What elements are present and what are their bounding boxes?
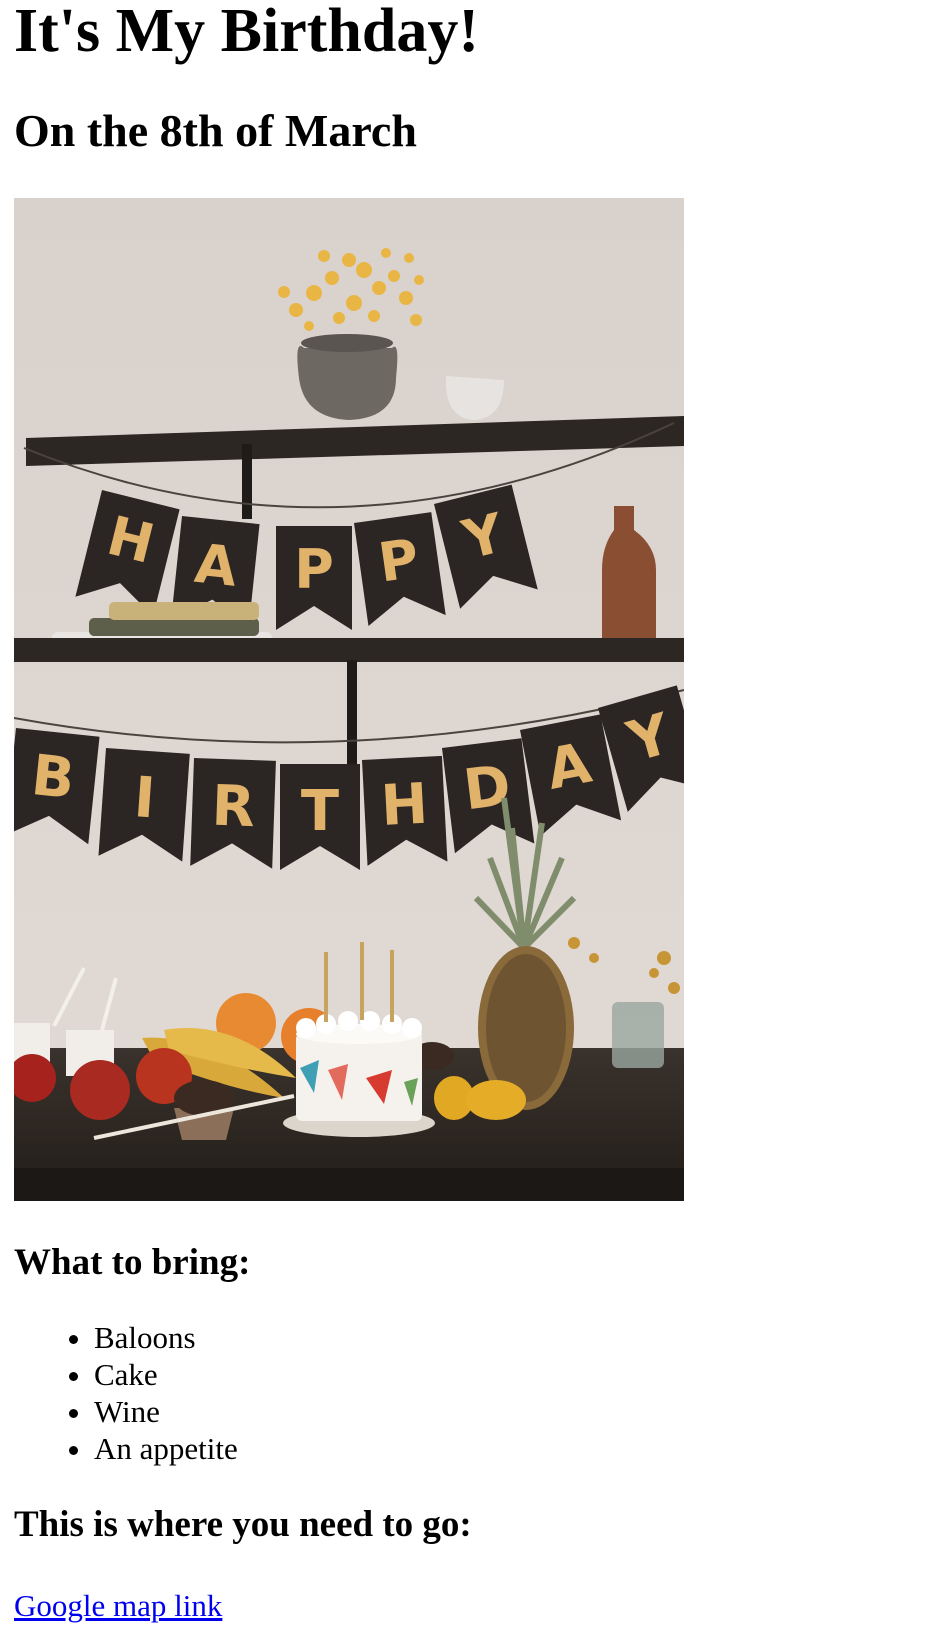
list-item: Cake — [94, 1356, 916, 1393]
svg-text:H: H — [379, 772, 429, 839]
list-item: An appetite — [94, 1430, 916, 1467]
page: It's My Birthday! On the 8th of March H … — [0, 0, 930, 1624]
event-date: On the 8th of March — [14, 105, 417, 156]
svg-text:T: T — [301, 779, 339, 844]
svg-text:A: A — [192, 532, 240, 599]
list-item: Wine — [94, 1393, 916, 1430]
what-to-bring-heading: What to bring: — [14, 1242, 251, 1283]
list-item: Baloons — [94, 1319, 916, 1356]
bring-list: Baloons Cake Wine An appetite — [14, 1319, 916, 1467]
svg-text:B: B — [28, 743, 77, 812]
birthday-photo: H A P P Y B I R T H D A Y — [14, 198, 684, 1201]
location-heading: This is where you need to go: — [14, 1504, 472, 1545]
svg-text:R: R — [211, 774, 256, 840]
page-title: It's My Birthday! — [14, 0, 479, 65]
google-map-link[interactable]: Google map link — [14, 1587, 222, 1624]
svg-text:P: P — [294, 538, 334, 601]
